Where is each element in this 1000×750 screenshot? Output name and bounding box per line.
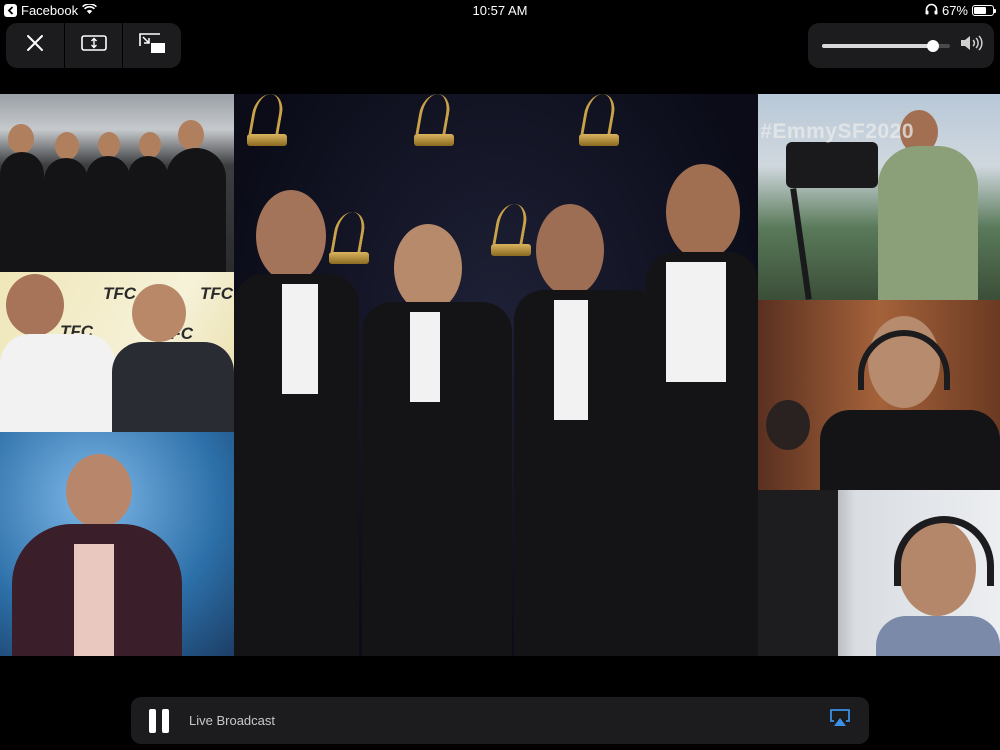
airplay-icon: [829, 709, 851, 732]
volume-control: [808, 23, 994, 68]
photo-emmy-group: [234, 94, 758, 656]
airplay-button[interactable]: [829, 709, 851, 732]
status-bar: Facebook 10:57 AM 67%: [0, 0, 1000, 22]
tfc-logo: TFC: [103, 284, 137, 303]
tfc-logo: TFC: [200, 284, 234, 303]
close-button[interactable]: [6, 23, 65, 68]
volume-slider[interactable]: [822, 39, 950, 52]
player-controls: [6, 23, 181, 68]
photo-studio-host: [0, 432, 234, 656]
photo-crew-group: [0, 94, 234, 272]
picture-in-picture-button[interactable]: [123, 23, 181, 68]
live-broadcast-label: Live Broadcast: [189, 713, 275, 728]
battery-percent: 67%: [941, 3, 968, 18]
pause-button[interactable]: [149, 708, 171, 733]
photo-tfc-backdrop: TFC TFC TFC TFC TFC: [0, 272, 234, 432]
headphones-icon: [925, 3, 938, 18]
resize-button[interactable]: [65, 23, 124, 68]
photo-director-headset: [758, 300, 1000, 490]
battery-fill: [974, 7, 987, 14]
pause-icon: [149, 708, 156, 733]
pause-icon: [162, 708, 169, 733]
event-hashtag-watermark: #EmmySF2020: [760, 120, 914, 143]
photo-operator-headset: [758, 490, 1000, 656]
volume-thumb[interactable]: [927, 39, 940, 52]
video-player[interactable]: TFC TFC TFC TFC TFC: [0, 94, 1000, 656]
picture-in-picture-icon: [138, 32, 166, 59]
volume-fill: [822, 43, 934, 48]
resize-icon: [80, 34, 107, 57]
clock: 10:57 AM: [472, 3, 528, 18]
speaker-icon[interactable]: [960, 35, 984, 56]
battery-icon: [972, 5, 996, 16]
playback-bar: Live Broadcast: [131, 697, 869, 744]
close-icon: [25, 33, 45, 58]
status-right: 67%: [925, 3, 996, 18]
